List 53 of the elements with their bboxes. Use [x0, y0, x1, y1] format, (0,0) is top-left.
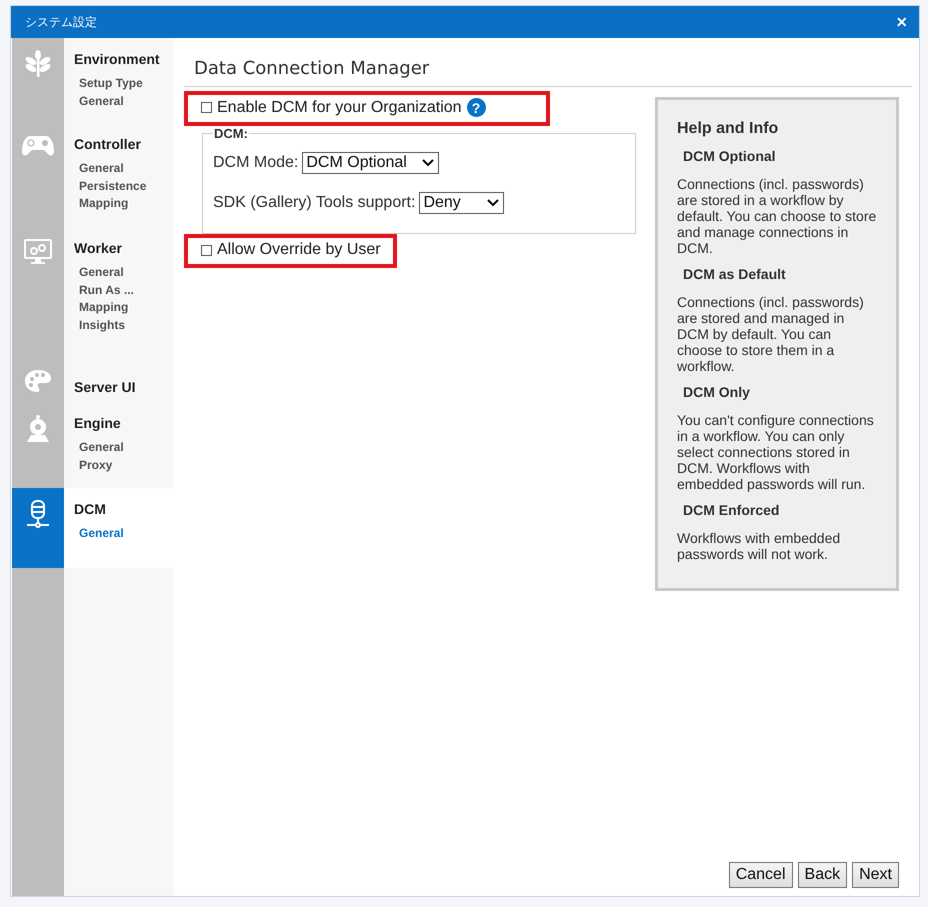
sidebar-item[interactable]: Proxy [79, 456, 112, 474]
checkbox[interactable] [201, 102, 212, 113]
sidebar-item[interactable]: General [79, 439, 124, 456]
sidebar-icon-tile[interactable] [12, 488, 64, 568]
page-heading: Data Connection Manager [184, 58, 912, 87]
dropdown[interactable]: Deny [419, 192, 504, 214]
sidebar-item[interactable]: Run As ... [79, 282, 134, 299]
dialog-button[interactable]: Back [798, 862, 848, 888]
help-icon[interactable]: ? [466, 98, 486, 117]
palette-icon [24, 369, 52, 393]
help-topic-title: DCM as Default [683, 266, 787, 282]
chevron-down-icon [487, 199, 500, 207]
monitor-gears-icon [24, 239, 52, 265]
sidebar-item[interactable]: General [79, 525, 124, 542]
database-network-icon [25, 500, 51, 530]
group-legend: DCM: [213, 126, 249, 141]
help-text: Workflows with embedded passwords will not work. [677, 530, 842, 562]
chevron-down-icon [422, 159, 434, 167]
sidebar-item[interactable]: Persistence [79, 178, 146, 195]
sidebar-item[interactable]: General [79, 92, 124, 110]
leaf-icon [25, 50, 51, 78]
checkbox[interactable] [201, 244, 212, 256]
sidebar-item[interactable]: Mapping [79, 299, 128, 316]
help-text: Connections (incl. passwords) are stored and managed in DCM by default. You can choose to store them in a workflow. [677, 294, 865, 374]
field-label: SDK (Gallery) Tools support: [213, 194, 416, 212]
sidebar-item[interactable]: Insights [79, 316, 126, 334]
help-topic-title: DCM Enforced [683, 502, 780, 518]
window-title: システム設定 [25, 14, 97, 30]
help-topic-title: DCM Only [683, 384, 751, 400]
sidebar-section-title[interactable]: DCM [74, 501, 106, 517]
sidebar-section-title[interactable]: Environment [74, 51, 160, 67]
help-text: You can't configure connections in a workflow. You can only select connections stored in DCM. Workflows with embedded passwords will run. [677, 412, 875, 492]
sidebar-section-title[interactable]: Controller [74, 136, 141, 152]
sidebar-section-title[interactable]: Worker [74, 240, 122, 256]
sidebar-item[interactable]: Setup Type [79, 75, 143, 92]
field-label: DCM Mode: [213, 154, 298, 172]
help-topic-title: DCM Optional [683, 148, 777, 164]
gamepad-icon [22, 135, 54, 157]
sidebar-section-title[interactable]: Server UI [74, 379, 136, 395]
dialog-button[interactable]: Next [852, 862, 899, 888]
sidebar-item[interactable]: Mapping [79, 195, 128, 212]
sidebar-item[interactable]: General [79, 160, 124, 178]
help-text: Connections (incl. passwords) are stored in a workflow by default. You can choose to store and manage connections in DCM. [677, 176, 877, 256]
dialog-button[interactable]: Cancel [728, 862, 793, 888]
sidebar-icon-tile[interactable] [12, 38, 64, 123]
sidebar-item[interactable]: General [79, 264, 124, 282]
close-button[interactable]: × [892, 13, 911, 31]
sidebar-icon-tile[interactable] [12, 402, 64, 488]
sidebar-section-title[interactable]: Engine [74, 415, 121, 431]
checkbox-label[interactable]: Allow Override by User [217, 241, 381, 259]
checkbox-label[interactable]: Enable DCM for your Organization [217, 98, 462, 116]
help-title: Help and Info [677, 120, 780, 138]
dropdown[interactable]: DCM Optional [302, 152, 440, 174]
